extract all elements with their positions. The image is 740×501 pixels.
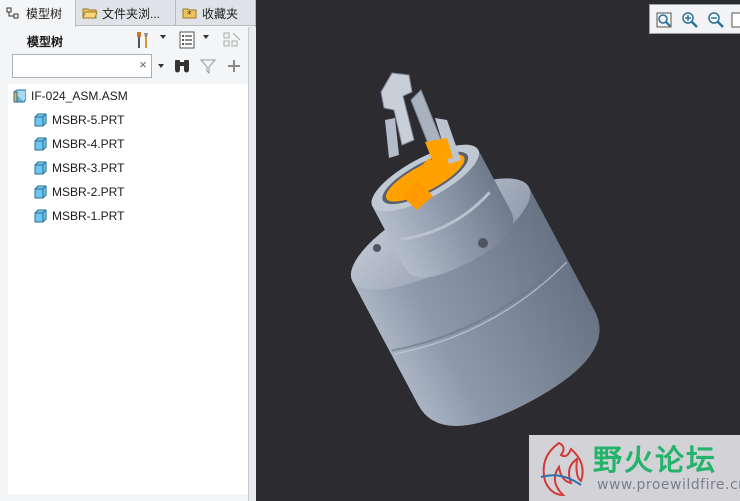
model-tree: IF-024_ASM.ASM MSBR-5.PRT MSBR-4.PRT MSB…: [8, 84, 248, 494]
tab-label: 模型树: [26, 7, 63, 21]
tree-title: 模型树: [27, 35, 64, 49]
flame-logo-icon: [531, 437, 589, 499]
filter-icon[interactable]: [198, 56, 218, 76]
tree-node-part[interactable]: MSBR-1.PRT: [33, 206, 124, 226]
watermark-title: 野火论坛: [593, 443, 718, 477]
tree-node-part[interactable]: MSBR-4.PRT: [33, 134, 124, 154]
tab-model-tree[interactable]: 模型树: [0, 0, 76, 27]
part-icon: [33, 137, 47, 151]
body-hole: [478, 238, 488, 248]
tools-icon[interactable]: [133, 30, 153, 50]
tree-header: 模型树: [0, 27, 250, 53]
search-input[interactable]: [12, 54, 152, 78]
model-3d-view[interactable]: [257, 0, 740, 501]
tree-node-part[interactable]: MSBR-3.PRT: [33, 158, 124, 178]
svg-text:*: *: [187, 10, 192, 20]
search-row: ×: [0, 54, 250, 80]
tree-node-label: MSBR-2.PRT: [52, 185, 125, 199]
part-icon: [33, 209, 47, 223]
body-hole: [373, 244, 381, 252]
tree-node-label: IF-024_ASM.ASM: [31, 89, 128, 103]
tree-node-part[interactable]: MSBR-5.PRT: [33, 110, 124, 130]
graphics-viewport[interactable]: [257, 0, 740, 501]
part-icon: [33, 185, 47, 199]
assembly-icon: [12, 89, 27, 103]
tree-columns-dropdown[interactable]: [203, 35, 209, 39]
watermark-url: www.proewildfire.cn: [597, 477, 740, 493]
tab-label: 收藏夹: [202, 6, 239, 21]
favorites-icon: *: [182, 5, 198, 21]
tab-folder-browser[interactable]: 文件夹浏...: [76, 0, 176, 26]
panel-tabs: 模型树 文件夹浏... * 收藏夹: [0, 0, 256, 27]
tree-columns-icon[interactable]: [177, 30, 197, 50]
tree-node-label: MSBR-4.PRT: [52, 137, 125, 151]
tree-root-assembly[interactable]: IF-024_ASM.ASM: [12, 86, 128, 106]
plus-icon[interactable]: [224, 56, 244, 76]
filter-settings-icon[interactable]: [222, 30, 242, 50]
clear-search-button[interactable]: ×: [136, 58, 150, 72]
tools-dropdown[interactable]: [160, 35, 166, 39]
folder-browser-icon: [82, 5, 98, 21]
model-tree-icon: [6, 6, 22, 22]
tab-label: 文件夹浏...: [102, 6, 161, 21]
watermark: 野火论坛 www.proewildfire.cn: [529, 435, 740, 501]
model-tree-panel: 模型树 文件夹浏... * 收藏夹 模型树 × IF-024_ASM.ASM M…: [0, 0, 256, 501]
part-icon: [33, 161, 47, 175]
tab-favorites[interactable]: * 收藏夹: [176, 0, 256, 26]
binoculars-icon[interactable]: [172, 56, 192, 76]
tree-node-label: MSBR-5.PRT: [52, 113, 125, 127]
tree-node-label: MSBR-1.PRT: [52, 209, 125, 223]
tree-node-label: MSBR-3.PRT: [52, 161, 125, 175]
panel-splitter[interactable]: [248, 27, 256, 501]
tree-node-part[interactable]: MSBR-2.PRT: [33, 182, 124, 202]
search-dropdown[interactable]: [158, 64, 164, 68]
part-icon: [33, 113, 47, 127]
